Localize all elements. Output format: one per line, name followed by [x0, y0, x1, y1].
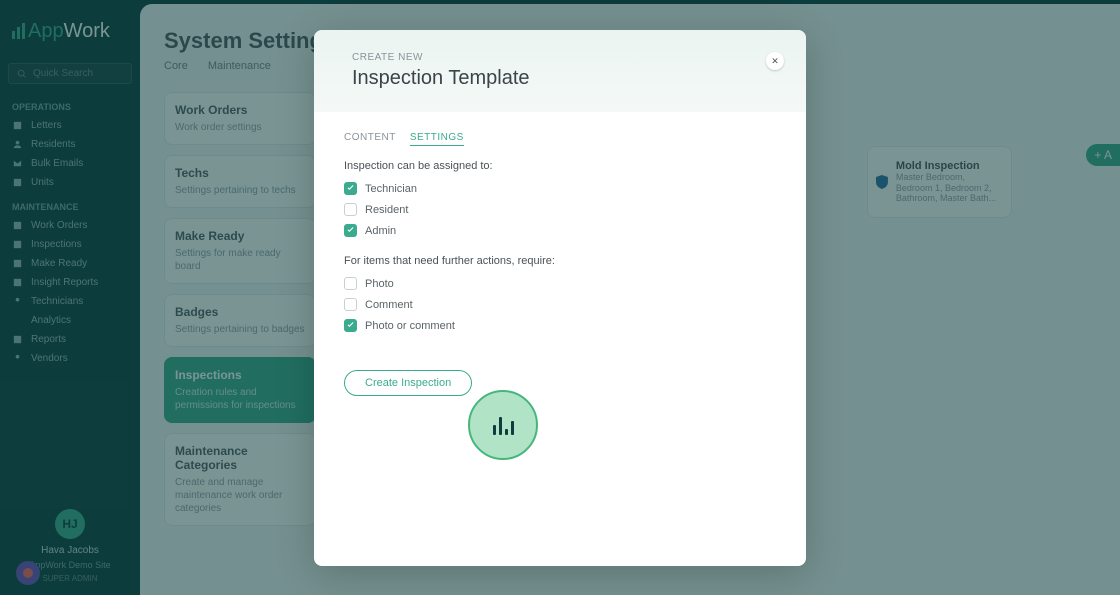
checkbox-icon — [344, 298, 357, 311]
checkbox-label: Photo or comment — [365, 320, 455, 332]
modal-subtitle: CREATE NEW — [352, 52, 768, 63]
modal-header: ✕ CREATE NEW Inspection Template — [314, 30, 806, 112]
tab-settings[interactable]: SETTINGS — [410, 132, 464, 146]
tab-content[interactable]: CONTENT — [344, 132, 396, 146]
checkbox-admin[interactable]: Admin — [344, 224, 776, 237]
tutorial-highlight-icon — [468, 390, 538, 460]
checkbox-icon — [344, 319, 357, 332]
checkbox-icon — [344, 182, 357, 195]
modal-close-button[interactable]: ✕ — [766, 52, 784, 70]
create-inspection-modal: ✕ CREATE NEW Inspection Template CONTENT… — [314, 30, 806, 566]
checkbox-comment[interactable]: Comment — [344, 298, 776, 311]
checkbox-icon — [344, 203, 357, 216]
modal-body: CONTENT SETTINGS Inspection can be assig… — [314, 112, 806, 370]
checkbox-label: Technician — [365, 183, 417, 195]
assign-label: Inspection can be assigned to: — [344, 160, 776, 172]
modal-footer: Create Inspection — [314, 370, 806, 426]
checkbox-technician[interactable]: Technician — [344, 182, 776, 195]
checkbox-label: Photo — [365, 278, 394, 290]
bars-icon — [493, 415, 514, 435]
modal-tabs: CONTENT SETTINGS — [344, 132, 776, 146]
checkbox-icon — [344, 277, 357, 290]
close-icon: ✕ — [771, 56, 779, 67]
checkbox-photo[interactable]: Photo — [344, 277, 776, 290]
checkbox-icon — [344, 224, 357, 237]
create-inspection-button[interactable]: Create Inspection — [344, 370, 472, 396]
modal-title: Inspection Template — [352, 67, 768, 90]
checkbox-resident[interactable]: Resident — [344, 203, 776, 216]
assign-section: Inspection can be assigned to: Technicia… — [344, 160, 776, 237]
require-section: For items that need further actions, req… — [344, 255, 776, 332]
checkbox-label: Comment — [365, 299, 413, 311]
require-label: For items that need further actions, req… — [344, 255, 776, 267]
checkbox-photo-or-comment[interactable]: Photo or comment — [344, 319, 776, 332]
checkbox-label: Admin — [365, 225, 396, 237]
checkbox-label: Resident — [365, 204, 408, 216]
